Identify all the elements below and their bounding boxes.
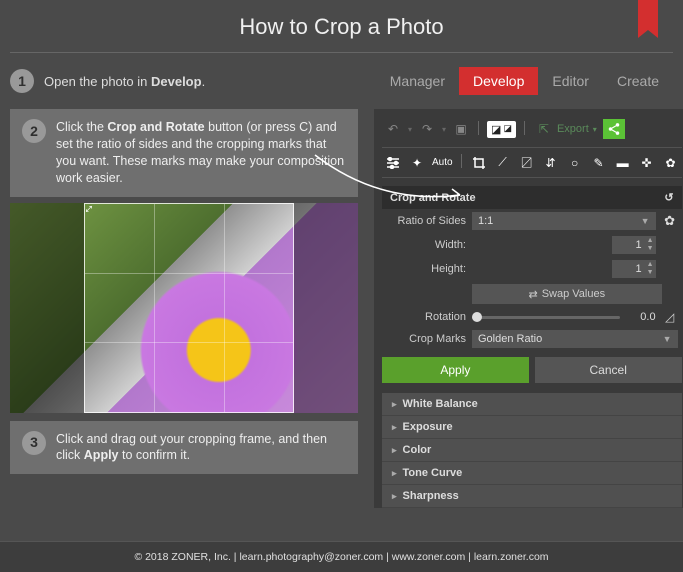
height-label: Height: [386,263,466,275]
width-value: 1 [635,239,641,251]
acc-label: White Balance [403,398,478,410]
perspective-icon[interactable]: 〼 [518,155,536,171]
step-2-text: Click the Crop and Rotate button (or pre… [56,119,346,187]
acc-tone-curve[interactable]: ▸ Tone Curve [382,462,682,485]
fit-small-icon: ◪ [503,123,512,136]
gear-icon[interactable]: ✿ [662,155,680,171]
acc-exposure[interactable]: ▸ Exposure [382,416,682,439]
tab-create[interactable]: Create [603,67,673,95]
acc-label: Sharpness [403,490,459,502]
crop-icon[interactable] [470,155,488,171]
undo-icon[interactable]: ↶ [384,121,402,137]
width-spinner[interactable]: ▲▼ [647,237,654,253]
brush-icon[interactable]: ✎ [590,155,608,171]
slider-thumb[interactable] [472,312,482,322]
rotation-reset-icon[interactable]: ◿ [662,310,678,324]
tab-manager[interactable]: Manager [376,67,459,95]
chevron-right-icon: ▸ [392,491,397,502]
chevron-right-icon: ▸ [392,399,397,410]
export-icon[interactable]: ⇱ [535,121,553,137]
bookmark-ribbon [638,0,658,30]
acc-label: Exposure [403,421,453,433]
height-spinner[interactable]: ▲▼ [647,261,654,277]
auto-button[interactable]: Auto [432,157,453,168]
step-2-badge: 2 [22,119,46,143]
cropmarks-label: Crop Marks [386,333,466,345]
acc-label: Color [403,444,432,456]
rotation-slider[interactable] [472,316,620,319]
panel-title-text: Crop and Rotate [390,192,476,204]
chevron-right-icon: ▸ [392,468,397,479]
swap-values-button[interactable]: ⇄ Swap Values [472,284,662,304]
ratio-value: 1:1 [478,215,493,227]
rotation-value: 0.0 [626,311,656,323]
crop-frame[interactable] [84,203,294,413]
page-title: How to Crop a Photo [10,0,673,53]
share-button[interactable] [603,119,625,139]
flip-icon[interactable]: ⇵ [542,155,560,171]
compare-icon[interactable]: ▣ [452,121,470,137]
straighten-icon[interactable]: ⟋ [494,155,512,171]
fit-buttons[interactable]: ◪◪ [487,121,516,138]
step-1-badge: 1 [10,69,34,93]
footer: © 2018 ZONER, Inc. | learn.photography@z… [0,541,683,572]
step-3-badge: 3 [22,431,46,455]
acc-color[interactable]: ▸ Color [382,439,682,462]
crop-overlay-right [294,203,358,413]
tab-develop[interactable]: Develop [459,67,538,95]
redo-icon[interactable]: ↷ [418,121,436,137]
history-toolbar: ↶▾ ↷▾ ▣ ◪◪ ⇱ Export ▾ [382,115,682,143]
acc-label: Tone Curve [403,467,463,479]
gradient-icon[interactable]: ▬ [614,155,632,171]
panel-reset-icon[interactable]: ↺ [664,191,673,204]
apply-button[interactable]: Apply [382,357,529,383]
swap-icon: ⇄ [528,288,537,301]
acc-sharpness[interactable]: ▸ Sharpness [382,485,682,508]
fit-icon: ◪ [491,123,501,136]
step-3-box: 3 Click and drag out your cropping frame… [10,421,358,475]
export-button[interactable]: Export [557,123,589,135]
cropmarks-select[interactable]: Golden Ratio ▼ [472,330,678,348]
swap-label: Swap Values [542,288,605,300]
step-2-box: 2 Click the Crop and Rotate button (or p… [10,109,358,197]
app-tabs: Manager Develop Editor Create [376,67,673,95]
wand-icon[interactable]: ✦ [408,155,426,171]
width-label: Width: [386,239,466,251]
accordion-list: ▸ White Balance ▸ Exposure ▸ Color ▸ Tone Cu… [382,393,682,508]
circle-icon[interactable]: ○ [566,155,584,171]
ratio-select[interactable]: 1:1 ▼ [472,212,656,230]
height-value: 1 [635,263,641,275]
height-input[interactable]: 1 ▲▼ [612,260,656,278]
step-3-text: Click and drag out your cropping frame, … [56,431,346,465]
ratio-settings-icon[interactable]: ✿ [662,213,678,229]
width-input[interactable]: 1 ▲▼ [612,236,656,254]
chevron-down-icon: ▼ [663,334,672,344]
heal-icon[interactable]: ✜ [638,155,656,171]
step-1-text: Open the photo in Develop. [44,74,205,89]
rotation-label: Rotation [386,311,466,323]
develop-toolbar: ✦ Auto ⟋ 〼 ⇵ ○ ✎ ▬ ✜ ✿ [382,147,682,178]
panel-header: Crop and Rotate ↺ [382,186,682,209]
photo-preview[interactable]: ↔ [10,203,358,413]
chevron-right-icon: ▸ [392,422,397,433]
acc-white-balance[interactable]: ▸ White Balance [382,393,682,416]
cropmarks-value: Golden Ratio [478,333,542,345]
chevron-right-icon: ▸ [392,445,397,456]
cancel-button[interactable]: Cancel [535,357,682,383]
ratio-label: Ratio of Sides [386,215,466,227]
tab-editor[interactable]: Editor [538,67,603,95]
sliders-icon[interactable] [384,155,402,171]
crop-overlay-left [10,203,84,413]
chevron-down-icon: ▼ [641,216,650,226]
side-panel: ↶▾ ↷▾ ▣ ◪◪ ⇱ Export ▾ ✦ Auto [374,109,683,508]
